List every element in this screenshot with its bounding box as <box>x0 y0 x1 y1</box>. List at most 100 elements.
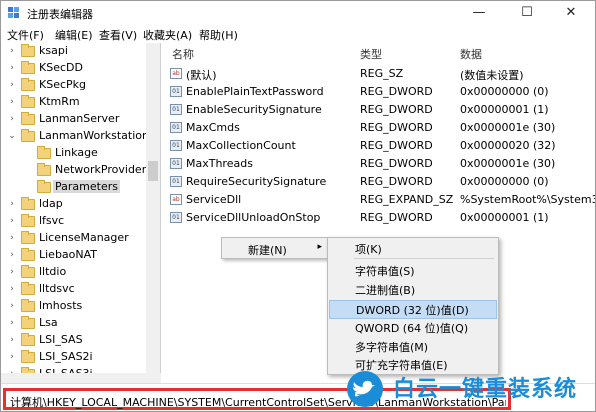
menu-separator <box>354 258 494 259</box>
chevron-right-icon[interactable]: › <box>7 233 17 243</box>
value-name: EnablePlainTextPassword <box>186 85 324 98</box>
submenu-item-dword[interactable]: DWORD (32 位)值(D) <box>329 300 497 319</box>
menu-item-new[interactable]: 新建(N) <box>248 242 287 258</box>
value-name: RequireSecuritySignature <box>186 175 327 188</box>
tree-node-label: lltdio <box>39 265 67 278</box>
menu-bar: 文件(F) 编辑(E) 查看(V) 收藏夹(A) 帮助(H) <box>1 25 595 43</box>
value-data: (数值未设置) <box>460 69 524 82</box>
registry-editor-icon <box>8 7 19 18</box>
value-row[interactable]: 01 RequireSecuritySignature REG_DWORD 0x000… <box>164 173 595 190</box>
folder-icon <box>21 95 35 108</box>
value-row[interactable]: 01 MaxThreads REG_DWORD 0x0000001e (30) <box>164 155 595 172</box>
submenu-item-string[interactable]: 字符串值(S) <box>329 262 497 281</box>
value-name: MaxThreads <box>186 157 253 170</box>
value-data: 0x00000001 (1) <box>460 211 549 224</box>
chevron-right-icon[interactable]: › <box>7 335 17 345</box>
value-data: 0x0000001e (30) <box>460 157 556 170</box>
value-type: REG_DWORD <box>360 85 433 98</box>
string-value-icon: ab <box>170 68 182 79</box>
binary-value-icon: 01 <box>170 104 182 115</box>
close-button[interactable]: ✕ <box>549 3 593 23</box>
tree-node-label: ldap <box>39 197 63 210</box>
folder-icon <box>37 146 51 159</box>
value-row[interactable]: 01 MaxCmds REG_DWORD 0x0000001e (30) <box>164 119 595 136</box>
menu-view[interactable]: 查看(V) <box>99 27 137 43</box>
folder-icon <box>21 248 35 261</box>
chevron-right-icon[interactable]: › <box>7 199 17 209</box>
folder-icon <box>21 214 35 227</box>
folder-icon <box>37 163 51 176</box>
submenu-arrow-icon: ▸ <box>317 242 322 252</box>
folder-icon <box>21 282 35 295</box>
tree-node-label: Linkage <box>55 146 98 159</box>
value-row[interactable]: 01 EnableSecuritySignature REG_DWORD 0x0000… <box>164 101 595 118</box>
chevron-down-icon[interactable]: ⌄ <box>7 131 17 141</box>
chevron-right-icon[interactable]: › <box>7 267 17 277</box>
chevron-right-icon[interactable]: › <box>7 352 17 362</box>
value-name: (默认) <box>186 69 217 82</box>
minimize-button[interactable]: — <box>457 3 501 23</box>
chevron-right-icon[interactable]: › <box>7 301 17 311</box>
column-header-type[interactable]: 类型 <box>360 46 382 62</box>
window-title: 注册表编辑器 <box>27 8 93 21</box>
value-type: REG_DWORD <box>360 139 433 152</box>
submenu-item-qword[interactable]: QWORD (64 位)值(Q) <box>329 319 497 338</box>
chevron-right-icon[interactable]: › <box>7 318 17 328</box>
submenu-item-key[interactable]: 项(K) <box>329 240 497 259</box>
maximize-button[interactable]: ☐ <box>505 3 549 23</box>
chevron-right-icon[interactable]: › <box>7 63 17 73</box>
title-bar[interactable]: 注册表编辑器 — ☐ ✕ <box>1 1 595 25</box>
chevron-right-icon[interactable]: › <box>7 250 17 260</box>
tree-node-label: KtmRm <box>39 95 80 108</box>
value-row[interactable]: 01 MaxCollectionCount REG_DWORD 0x00000020 … <box>164 137 595 154</box>
tree-vertical-scrollbar[interactable] <box>146 43 160 383</box>
column-header-data[interactable]: 数据 <box>460 46 482 62</box>
folder-icon <box>21 316 35 329</box>
menu-edit[interactable]: 编辑(E) <box>55 27 93 43</box>
tree-node-label: LanmanWorkstation <box>39 129 149 142</box>
value-name: MaxCmds <box>186 121 240 134</box>
new-submenu: 项(K) 字符串值(S) 二进制值(B) DWORD (32 位)值(D) QW… <box>327 237 499 375</box>
value-row[interactable]: ab (默认) REG_SZ (数值未设置) <box>164 65 595 82</box>
value-data: %SystemRoot%\System32\ <box>460 193 595 206</box>
chevron-right-icon[interactable]: › <box>7 284 17 294</box>
string-value-icon: ab <box>170 194 182 205</box>
twitter-bird-logo-icon <box>347 371 383 407</box>
value-name: MaxCollectionCount <box>186 139 296 152</box>
chevron-right-icon[interactable]: › <box>7 114 17 124</box>
menu-favorites[interactable]: 收藏夹(A) <box>143 27 192 43</box>
menu-help[interactable]: 帮助(H) <box>199 27 238 43</box>
value-row[interactable]: 01 EnablePlainTextPassword REG_DWORD 0x0000… <box>164 83 595 100</box>
chevron-right-icon[interactable]: › <box>7 80 17 90</box>
chevron-right-icon[interactable]: › <box>7 46 17 56</box>
submenu-item-binary[interactable]: 二进制值(B) <box>329 281 497 300</box>
chevron-right-icon[interactable]: › <box>7 97 17 107</box>
tree-node-label: LiebaoNAT <box>39 248 98 261</box>
scrollbar-thumb[interactable] <box>148 161 158 181</box>
tree-node-label: Lsa <box>39 316 58 329</box>
tree-node-label: Parameters <box>53 180 120 193</box>
folder-icon <box>21 78 35 91</box>
value-data: 0x0000001e (30) <box>460 121 556 134</box>
submenu-item-multi-string[interactable]: 多字符串值(M) <box>329 338 497 357</box>
value-data: 0x00000000 (0) <box>460 175 549 188</box>
value-row[interactable]: ab ServiceDll REG_EXPAND_SZ %SystemRoot%\Sy… <box>164 191 595 208</box>
menu-file[interactable]: 文件(F) <box>7 27 44 43</box>
tree-node-label: LicenseManager <box>39 231 129 244</box>
binary-value-icon: 01 <box>170 86 182 97</box>
binary-value-icon: 01 <box>170 122 182 133</box>
tree-horizontal-scrollbar[interactable] <box>1 373 161 383</box>
folder-icon <box>37 180 51 193</box>
tree-node-label: lfsvc <box>39 214 65 227</box>
folder-icon <box>21 61 35 74</box>
chevron-right-icon[interactable]: › <box>7 216 17 226</box>
column-header-name[interactable]: 名称 <box>172 46 194 62</box>
value-type: REG_DWORD <box>360 103 433 116</box>
value-row[interactable]: 01 ServiceDllUnloadOnStop REG_DWORD 0x00000… <box>164 209 595 226</box>
tree-node-label: LSI_SAS2i <box>39 350 93 363</box>
folder-icon <box>21 265 35 278</box>
watermark-text: 白云一键重装系统 <box>393 377 578 402</box>
value-name: ServiceDllUnloadOnStop <box>186 211 321 224</box>
folder-icon <box>21 299 35 312</box>
registry-tree[interactable]: › ksapi › KSecDD › KSecPkg › KtmRm › LanmanSe… <box>1 43 161 383</box>
